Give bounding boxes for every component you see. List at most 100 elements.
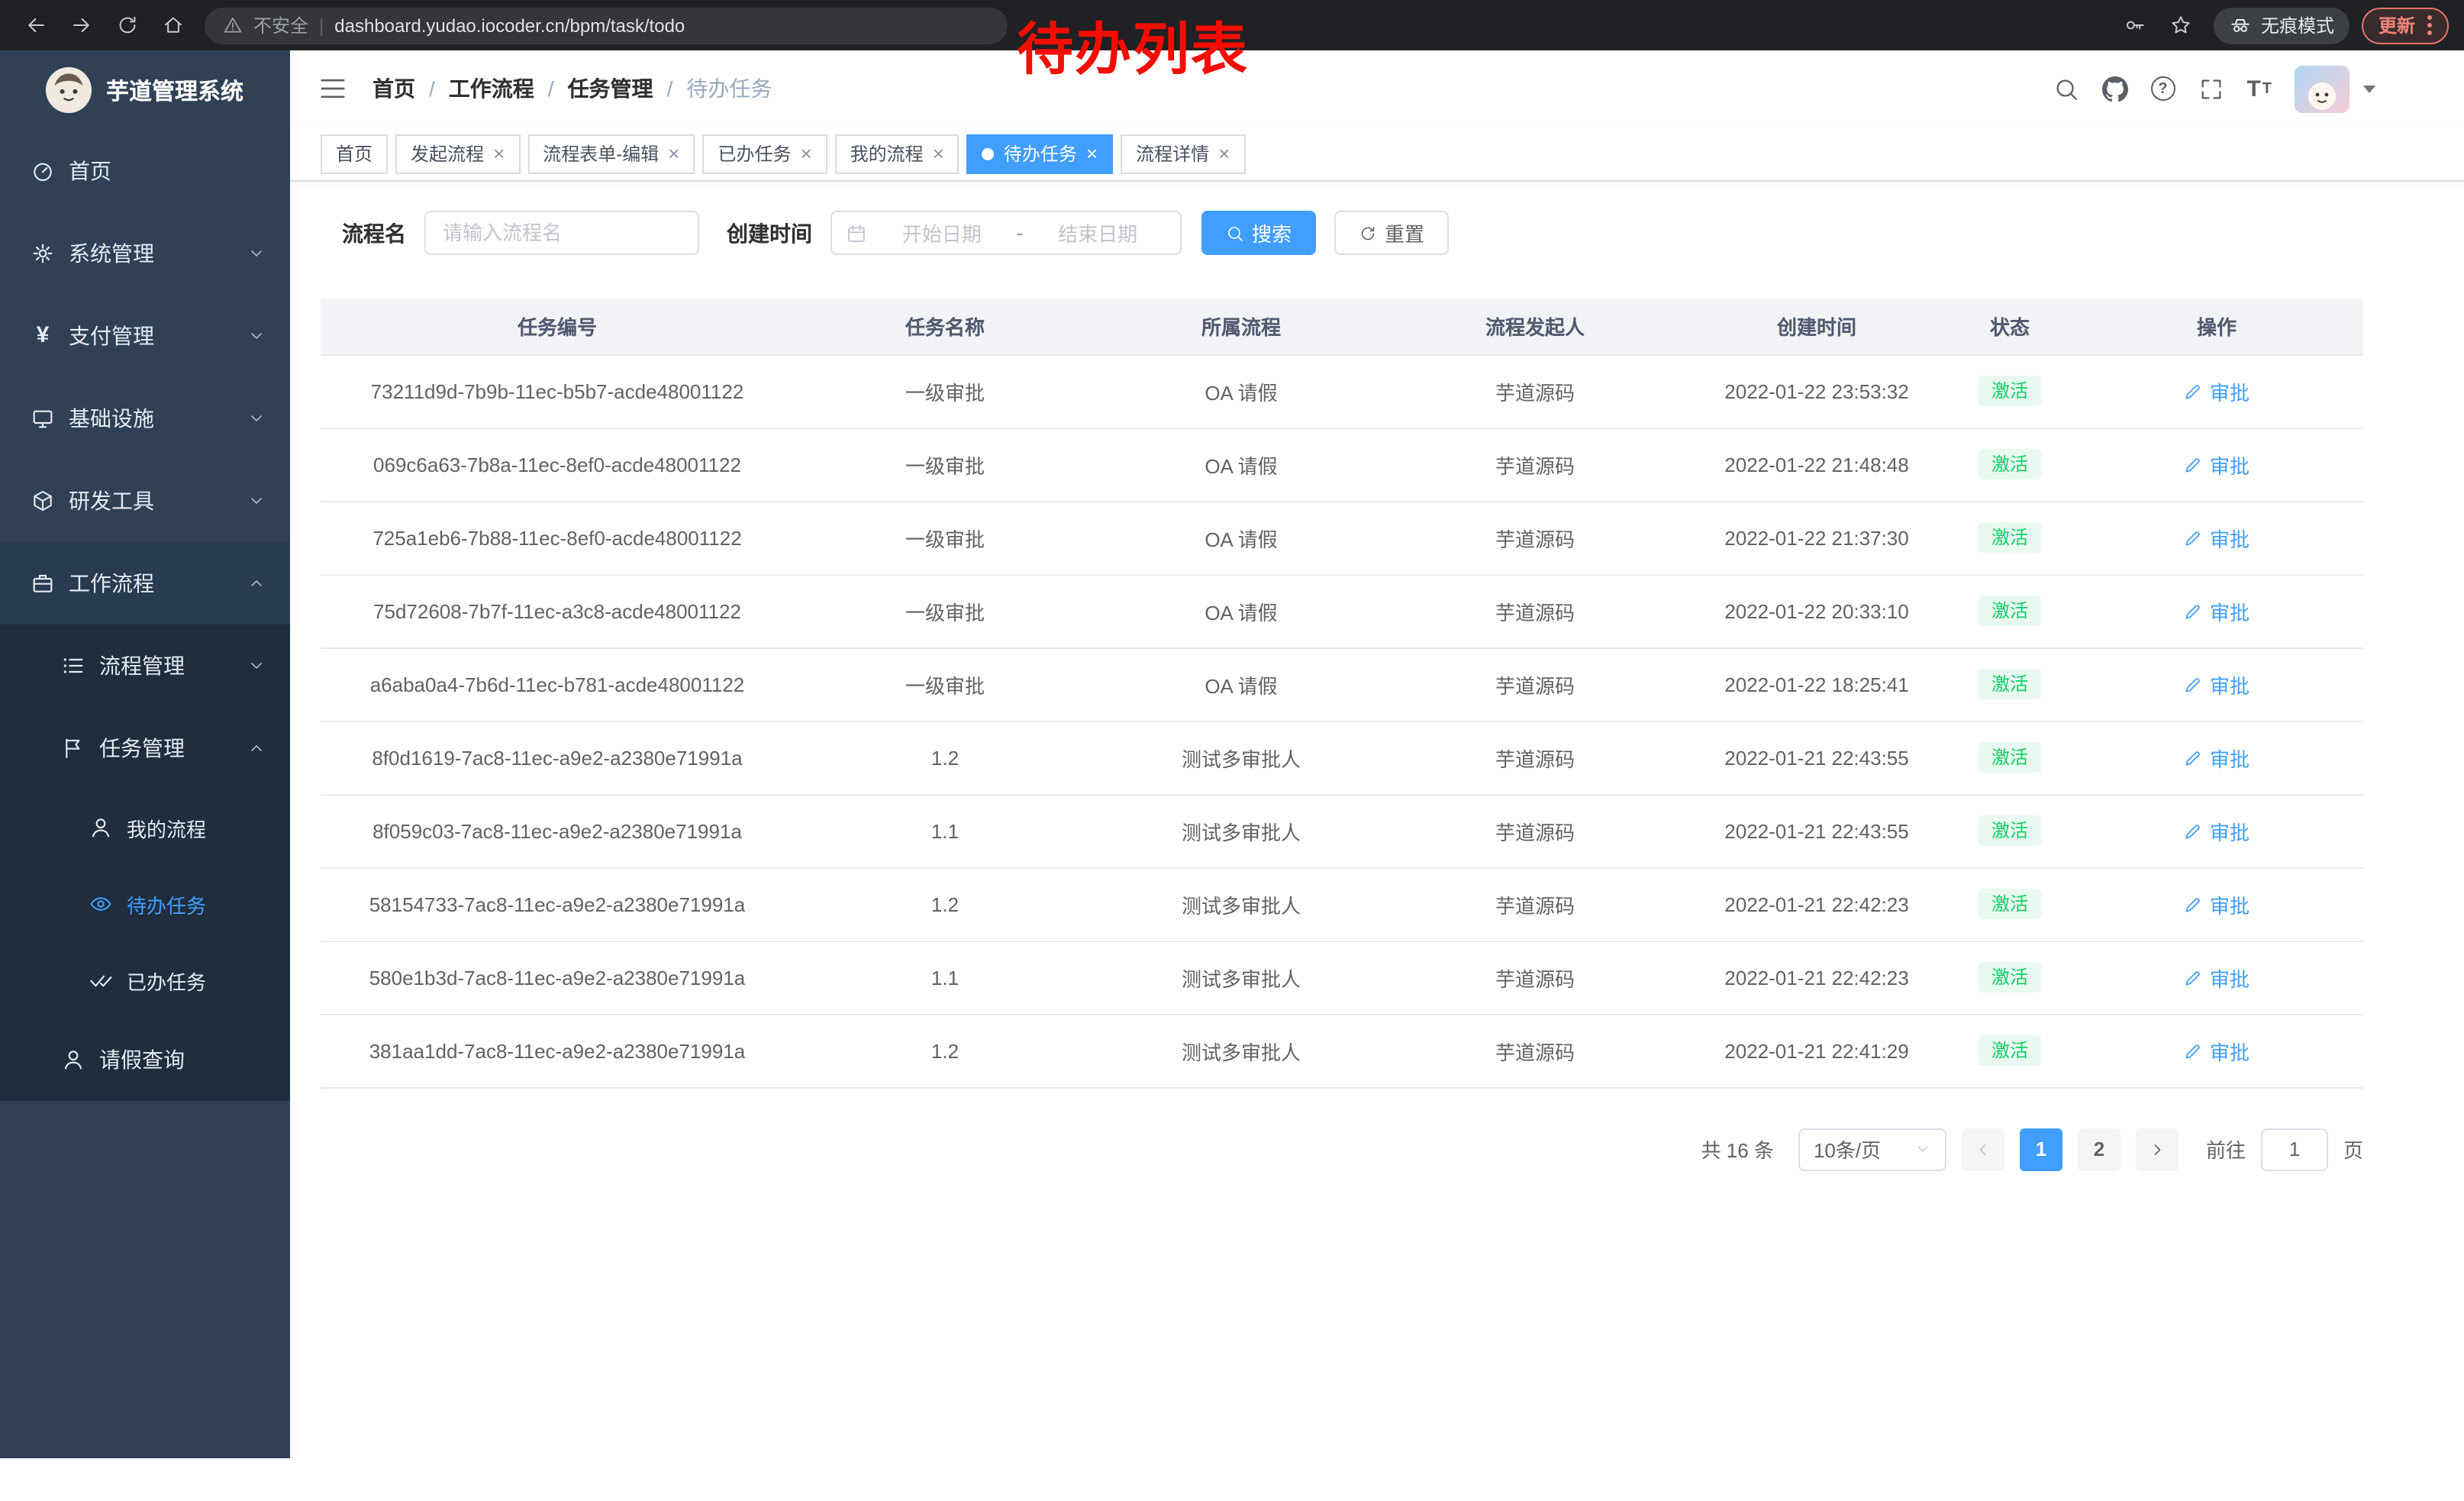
breadcrumb-workflow[interactable]: 工作流程: [449, 73, 534, 104]
status-badge: 激活: [1979, 815, 2040, 846]
approve-link[interactable]: 审批: [2184, 596, 2250, 625]
goto-page-input[interactable]: [2261, 1128, 2328, 1170]
breadcrumb-separator: /: [429, 76, 435, 101]
edit-icon: [2184, 528, 2204, 547]
tab-home[interactable]: 首页: [321, 134, 388, 173]
sidebar-item-process-mgmt[interactable]: 流程管理: [0, 625, 290, 707]
key-icon[interactable]: [2116, 5, 2156, 45]
process-name-input[interactable]: [424, 211, 699, 255]
back-icon[interactable]: [15, 5, 55, 45]
status-badge: 激活: [1979, 596, 2040, 626]
goto-label: 前往: [2206, 1135, 2246, 1164]
user-avatar[interactable]: [2295, 65, 2350, 112]
logo-image: [47, 67, 92, 113]
approve-link[interactable]: 审批: [2184, 816, 2250, 845]
approve-link[interactable]: 审批: [2184, 889, 2250, 918]
tab-todo-tasks[interactable]: 待办任务×: [967, 134, 1113, 173]
sidebar-item-todo-tasks[interactable]: 待办任务: [0, 866, 290, 942]
close-icon[interactable]: ×: [668, 144, 679, 163]
col-process: 所属流程: [1096, 299, 1386, 354]
approve-link[interactable]: 审批: [2184, 376, 2250, 405]
edit-icon: [2184, 454, 2204, 474]
workflow-submenu: 流程管理 任务管理 我的流程 待办任务 已办: [0, 625, 290, 1101]
fullscreen-icon[interactable]: [2198, 73, 2224, 104]
approve-link[interactable]: 审批: [2184, 963, 2250, 992]
approve-link[interactable]: 审批: [2184, 1036, 2250, 1065]
approve-link[interactable]: 审批: [2184, 670, 2250, 699]
home-icon[interactable]: [153, 5, 192, 45]
action-cell: 审批: [2070, 428, 2363, 501]
page-size-select[interactable]: 10条/页: [1798, 1128, 1946, 1170]
app-logo[interactable]: 芋道管理系统: [0, 50, 290, 130]
close-icon[interactable]: ×: [493, 144, 505, 163]
create-time-cell: 2022-01-21 22:42:23: [1684, 867, 1950, 941]
address-bar[interactable]: 不安全 | dashboard.yudao.iocoder.cn/bpm/tas…: [205, 7, 1008, 44]
task-id-cell: 8f0d1619-7ac8-11ec-a9e2-a2380e71991a: [321, 721, 794, 794]
close-icon[interactable]: ×: [1218, 144, 1230, 163]
approve-link[interactable]: 审批: [2184, 450, 2250, 479]
sidebar-item-devtools[interactable]: 研发工具: [0, 460, 290, 542]
prev-page-button[interactable]: [1962, 1128, 2004, 1170]
app-title: 芋道管理系统: [106, 74, 243, 106]
font-size-icon[interactable]: TT: [2246, 73, 2272, 104]
tab-form-edit[interactable]: 流程表单-编辑×: [527, 134, 695, 173]
approve-link[interactable]: 审批: [2184, 743, 2250, 772]
sidebar-item-payment[interactable]: ¥ 支付管理: [0, 295, 290, 377]
chevron-left-icon: [1974, 1140, 1992, 1158]
process-cell: 测试多审批人: [1096, 867, 1386, 941]
status-badge: 激活: [1979, 522, 2040, 553]
status-cell: 激活: [1950, 941, 2070, 1014]
sidebar-item-workflow[interactable]: 工作流程: [0, 542, 290, 625]
tab-start-process[interactable]: 发起流程×: [395, 134, 520, 173]
sidebar-item-system[interactable]: 系统管理: [0, 212, 290, 295]
reset-button[interactable]: 重置: [1334, 211, 1449, 255]
close-icon[interactable]: ×: [1086, 144, 1098, 163]
breadcrumb-task-mgmt[interactable]: 任务管理: [568, 73, 653, 104]
table-row: 58154733-7ac8-11ec-a9e2-a2380e71991a 1.2…: [321, 867, 2363, 941]
starter-cell: 芋道源码: [1386, 941, 1684, 1014]
page-button-2[interactable]: 2: [2078, 1128, 2121, 1170]
next-page-button[interactable]: [2136, 1128, 2179, 1170]
github-icon[interactable]: [2101, 73, 2127, 104]
navbar: 首页 / 工作流程 / 任务管理 / 待办任务 ? TT: [290, 50, 2464, 127]
search-button[interactable]: 搜索: [1201, 211, 1316, 255]
range-separator: -: [1014, 221, 1027, 244]
create-time-cell: 2022-01-22 18:25:41: [1684, 647, 1950, 721]
close-icon[interactable]: ×: [800, 144, 811, 163]
sidebar-item-home[interactable]: 首页: [0, 130, 290, 212]
status-cell: 激活: [1950, 794, 2070, 867]
user-icon: [89, 815, 113, 840]
tab-my-process[interactable]: 我的流程×: [835, 134, 959, 173]
tab-process-detail[interactable]: 流程详情×: [1121, 134, 1245, 173]
help-icon[interactable]: ?: [2150, 73, 2175, 104]
search-icon[interactable]: [2053, 73, 2079, 104]
sidebar-item-done-tasks[interactable]: 已办任务: [0, 942, 290, 1018]
forward-icon[interactable]: [61, 5, 101, 45]
menu-dots-icon[interactable]: [2427, 23, 2432, 27]
status-badge: 激活: [1979, 1035, 2040, 1066]
active-tab-dot: [982, 147, 995, 160]
caret-down-icon[interactable]: [2363, 85, 2375, 92]
sidebar-item-leave-query[interactable]: 请假查询: [0, 1018, 290, 1101]
sidebar-item-task-mgmt[interactable]: 任务管理: [0, 707, 290, 789]
page-button-1[interactable]: 1: [2020, 1128, 2062, 1170]
sidebar-item-infra[interactable]: 基础设施: [0, 377, 290, 460]
list-icon: [61, 654, 85, 678]
action-cell: 审批: [2070, 647, 2363, 721]
approve-link[interactable]: 审批: [2184, 523, 2250, 552]
incognito-icon: [2229, 14, 2252, 37]
edit-icon: [2184, 674, 2204, 694]
start-date-placeholder: 开始日期: [873, 218, 1011, 247]
reload-icon[interactable]: [107, 5, 147, 45]
hamburger-icon[interactable]: [318, 73, 348, 104]
breadcrumb-home[interactable]: 首页: [373, 73, 415, 104]
chevron-down-icon: [247, 327, 266, 345]
star-icon[interactable]: [2162, 5, 2201, 45]
close-icon[interactable]: ×: [933, 144, 944, 163]
sidebar-item-my-process[interactable]: 我的流程: [0, 789, 290, 866]
action-cell: 审批: [2070, 501, 2363, 574]
update-button[interactable]: 更新: [2362, 7, 2449, 44]
date-range-picker[interactable]: 开始日期 - 结束日期: [830, 211, 1182, 255]
tab-done-tasks[interactable]: 已办任务×: [702, 134, 827, 173]
monitor-icon: [31, 406, 55, 431]
